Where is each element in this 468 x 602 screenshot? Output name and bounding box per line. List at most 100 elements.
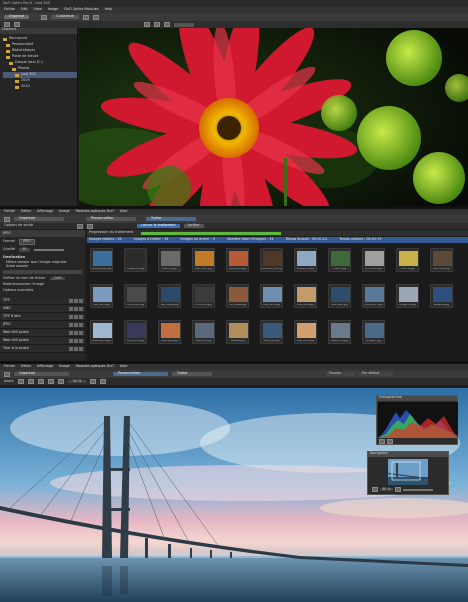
menu-item[interactable]: View xyxy=(34,7,42,12)
thumbnail[interactable]: IMG_0046.jpg xyxy=(294,284,317,308)
thumbnail[interactable]: Fort_2014.jpg xyxy=(192,284,215,308)
fullscreen-icon[interactable] xyxy=(100,379,107,384)
thumbnail[interactable]: flowers_01.jpg xyxy=(124,248,147,272)
zoom-select[interactable]: 50 % xyxy=(67,379,87,384)
thumbnail[interactable]: Venezia.jpg xyxy=(226,320,249,344)
nav-zoom-slider[interactable] xyxy=(402,488,433,491)
menu-item[interactable]: Fichier xyxy=(4,209,15,214)
channel-icon[interactable] xyxy=(387,439,393,444)
thumbnail[interactable]: MUSI_0017.jpg xyxy=(362,284,385,308)
thumbnail[interactable]: bridge_7.jpg xyxy=(362,320,385,344)
fit-icon[interactable] xyxy=(90,379,97,384)
menu-item[interactable]: DxO Optics Modules xyxy=(64,7,98,12)
thumbnail[interactable]: Chin_0005.jpg xyxy=(124,284,147,308)
thumbnail[interactable]: Bridge_01.jpg xyxy=(396,284,419,308)
menu-item[interactable]: Editer xyxy=(21,209,31,214)
remove-icon[interactable] xyxy=(87,223,94,229)
tab-organize[interactable]: Organiser xyxy=(14,216,64,221)
thumbnail[interactable]: dubai_TAH.jpg xyxy=(328,320,351,344)
menu-item[interactable]: Aide xyxy=(120,364,128,369)
menu-item[interactable]: Image xyxy=(59,364,70,369)
rotate-icon[interactable] xyxy=(57,379,64,384)
presets-dropdown[interactable]: Favoris xyxy=(326,371,355,376)
split-icon[interactable] xyxy=(27,379,34,384)
menu-item[interactable]: Modules optiques DxO xyxy=(76,209,114,214)
thumbnail[interactable]: Tort_purse.jpg xyxy=(226,284,249,308)
thumbnail-caption: bridge_7.jpg xyxy=(366,339,381,342)
thumbnail[interactable]: IMG_0402.jpg xyxy=(158,320,181,344)
add-icon[interactable] xyxy=(77,223,84,229)
menu-item[interactable]: Help xyxy=(105,7,113,12)
thumbnail[interactable]: DSC_2547.jpg xyxy=(192,248,215,272)
format-select[interactable]: JPEG xyxy=(18,239,35,245)
output-options-header: JPEG xyxy=(0,230,85,237)
thumbnail[interactable]: IMG_0021.jpg xyxy=(328,284,351,308)
menu-item[interactable]: Fichier xyxy=(4,364,15,369)
thumbnail[interactable]: IMG 3042.jpg xyxy=(430,248,453,272)
tab-customize[interactable]: Customize xyxy=(51,14,80,19)
hand-icon[interactable] xyxy=(37,379,44,384)
compare-icon[interactable] xyxy=(17,379,24,384)
thumbnail[interactable]: IMG_3033.jpg xyxy=(90,284,113,308)
tab-customize[interactable]: Personnaliser xyxy=(113,371,168,376)
filmstrip-icon[interactable] xyxy=(41,14,48,20)
launch-button[interactable]: Lancer le traitement xyxy=(137,223,180,228)
preset-select[interactable]: Par défaut xyxy=(358,371,394,376)
folder-icon[interactable] xyxy=(4,371,10,377)
advanced-options[interactable]: Options avancées xyxy=(0,288,85,294)
tab-process[interactable]: Traiter xyxy=(146,216,196,221)
navigator-preview[interactable] xyxy=(388,459,428,485)
thumbnail[interactable]: DSC_0305.jpg xyxy=(294,320,317,344)
stat-text: Temps restant : 00:01:19 xyxy=(339,237,382,242)
menu-item[interactable]: Edit xyxy=(21,7,28,12)
thumbnail[interactable]: Balwings.jpg xyxy=(430,284,453,308)
tab-organize[interactable]: Organiser xyxy=(14,371,69,376)
destination-path-input[interactable] xyxy=(3,269,82,274)
thumbnail[interactable]: 2793 B.jpg xyxy=(396,248,419,272)
crop-icon[interactable] xyxy=(47,379,54,384)
menu-item[interactable]: Aide xyxy=(120,209,128,214)
single-view-icon[interactable] xyxy=(154,22,160,27)
zoom-slider[interactable] xyxy=(174,22,194,27)
tab-process[interactable]: Traiter xyxy=(172,371,212,376)
destination-option[interactable]: Autre dossier xyxy=(0,264,85,269)
thumbnail[interactable]: DSC_0078.jpg xyxy=(124,320,147,344)
thumbnail[interactable]: blinds_01.jpg xyxy=(260,320,283,344)
compare-icon[interactable] xyxy=(164,22,170,27)
zoom-in-icon[interactable] xyxy=(394,487,401,492)
thumbnail[interactable]: DSC_0221.jpg xyxy=(260,284,283,308)
quality-input[interactable]: 95 xyxy=(19,247,30,252)
thumbnail[interactable]: ETHI_MEC.jpg xyxy=(362,248,385,272)
menu-item[interactable]: Image xyxy=(59,209,70,214)
menu-item[interactable]: Editer xyxy=(21,364,31,369)
tab-organize[interactable]: Organize xyxy=(4,14,30,19)
stop-button[interactable]: Arrêter xyxy=(183,223,204,228)
suffix-input[interactable]: _DxO xyxy=(49,276,65,281)
channel-icon[interactable] xyxy=(379,439,385,444)
view-icon[interactable] xyxy=(93,14,100,20)
thumbnail[interactable]: DSC_Ballet.jpg xyxy=(158,284,181,308)
quality-slider[interactable] xyxy=(33,248,64,251)
folder-icon[interactable] xyxy=(4,216,10,222)
folder-icon xyxy=(15,85,19,89)
grid-icon[interactable] xyxy=(144,22,150,27)
thumbnail[interactable]: boat_13.jpg xyxy=(158,248,181,272)
thumbnail[interactable]: Blowing_01.jpg xyxy=(90,320,113,344)
menu-item[interactable]: Image xyxy=(48,7,59,12)
menu-item[interactable]: Fichier xyxy=(4,7,15,12)
menu-item[interactable]: Affichage xyxy=(37,209,53,214)
thumbnail[interactable]: DSC0088_0015.jpg xyxy=(260,248,283,272)
tree-item[interactable]: 2010 xyxy=(3,84,77,90)
thumbnail-caption: Venezia.jpg xyxy=(230,339,245,342)
menu-item[interactable]: Affichage xyxy=(37,364,53,369)
thumbnail[interactable]: Vilnius_0880.jpg xyxy=(90,248,113,272)
menu-item[interactable]: Modules optiques DxO xyxy=(76,364,114,369)
thumbnail[interactable]: IMG_0401.jpg xyxy=(226,248,249,272)
tab-customize[interactable]: Personnaliser xyxy=(86,216,136,221)
thumbnail[interactable]: Stairs_01.jpg xyxy=(192,320,215,344)
thumbnail[interactable]: Lindau_01.jpg xyxy=(294,248,317,272)
thumbnail[interactable]: STREET.jpg xyxy=(328,248,351,272)
nav-zoom-select[interactable]: 50 % xyxy=(380,487,393,492)
view-icon[interactable] xyxy=(83,14,90,20)
zoom-out-icon[interactable] xyxy=(372,487,378,492)
